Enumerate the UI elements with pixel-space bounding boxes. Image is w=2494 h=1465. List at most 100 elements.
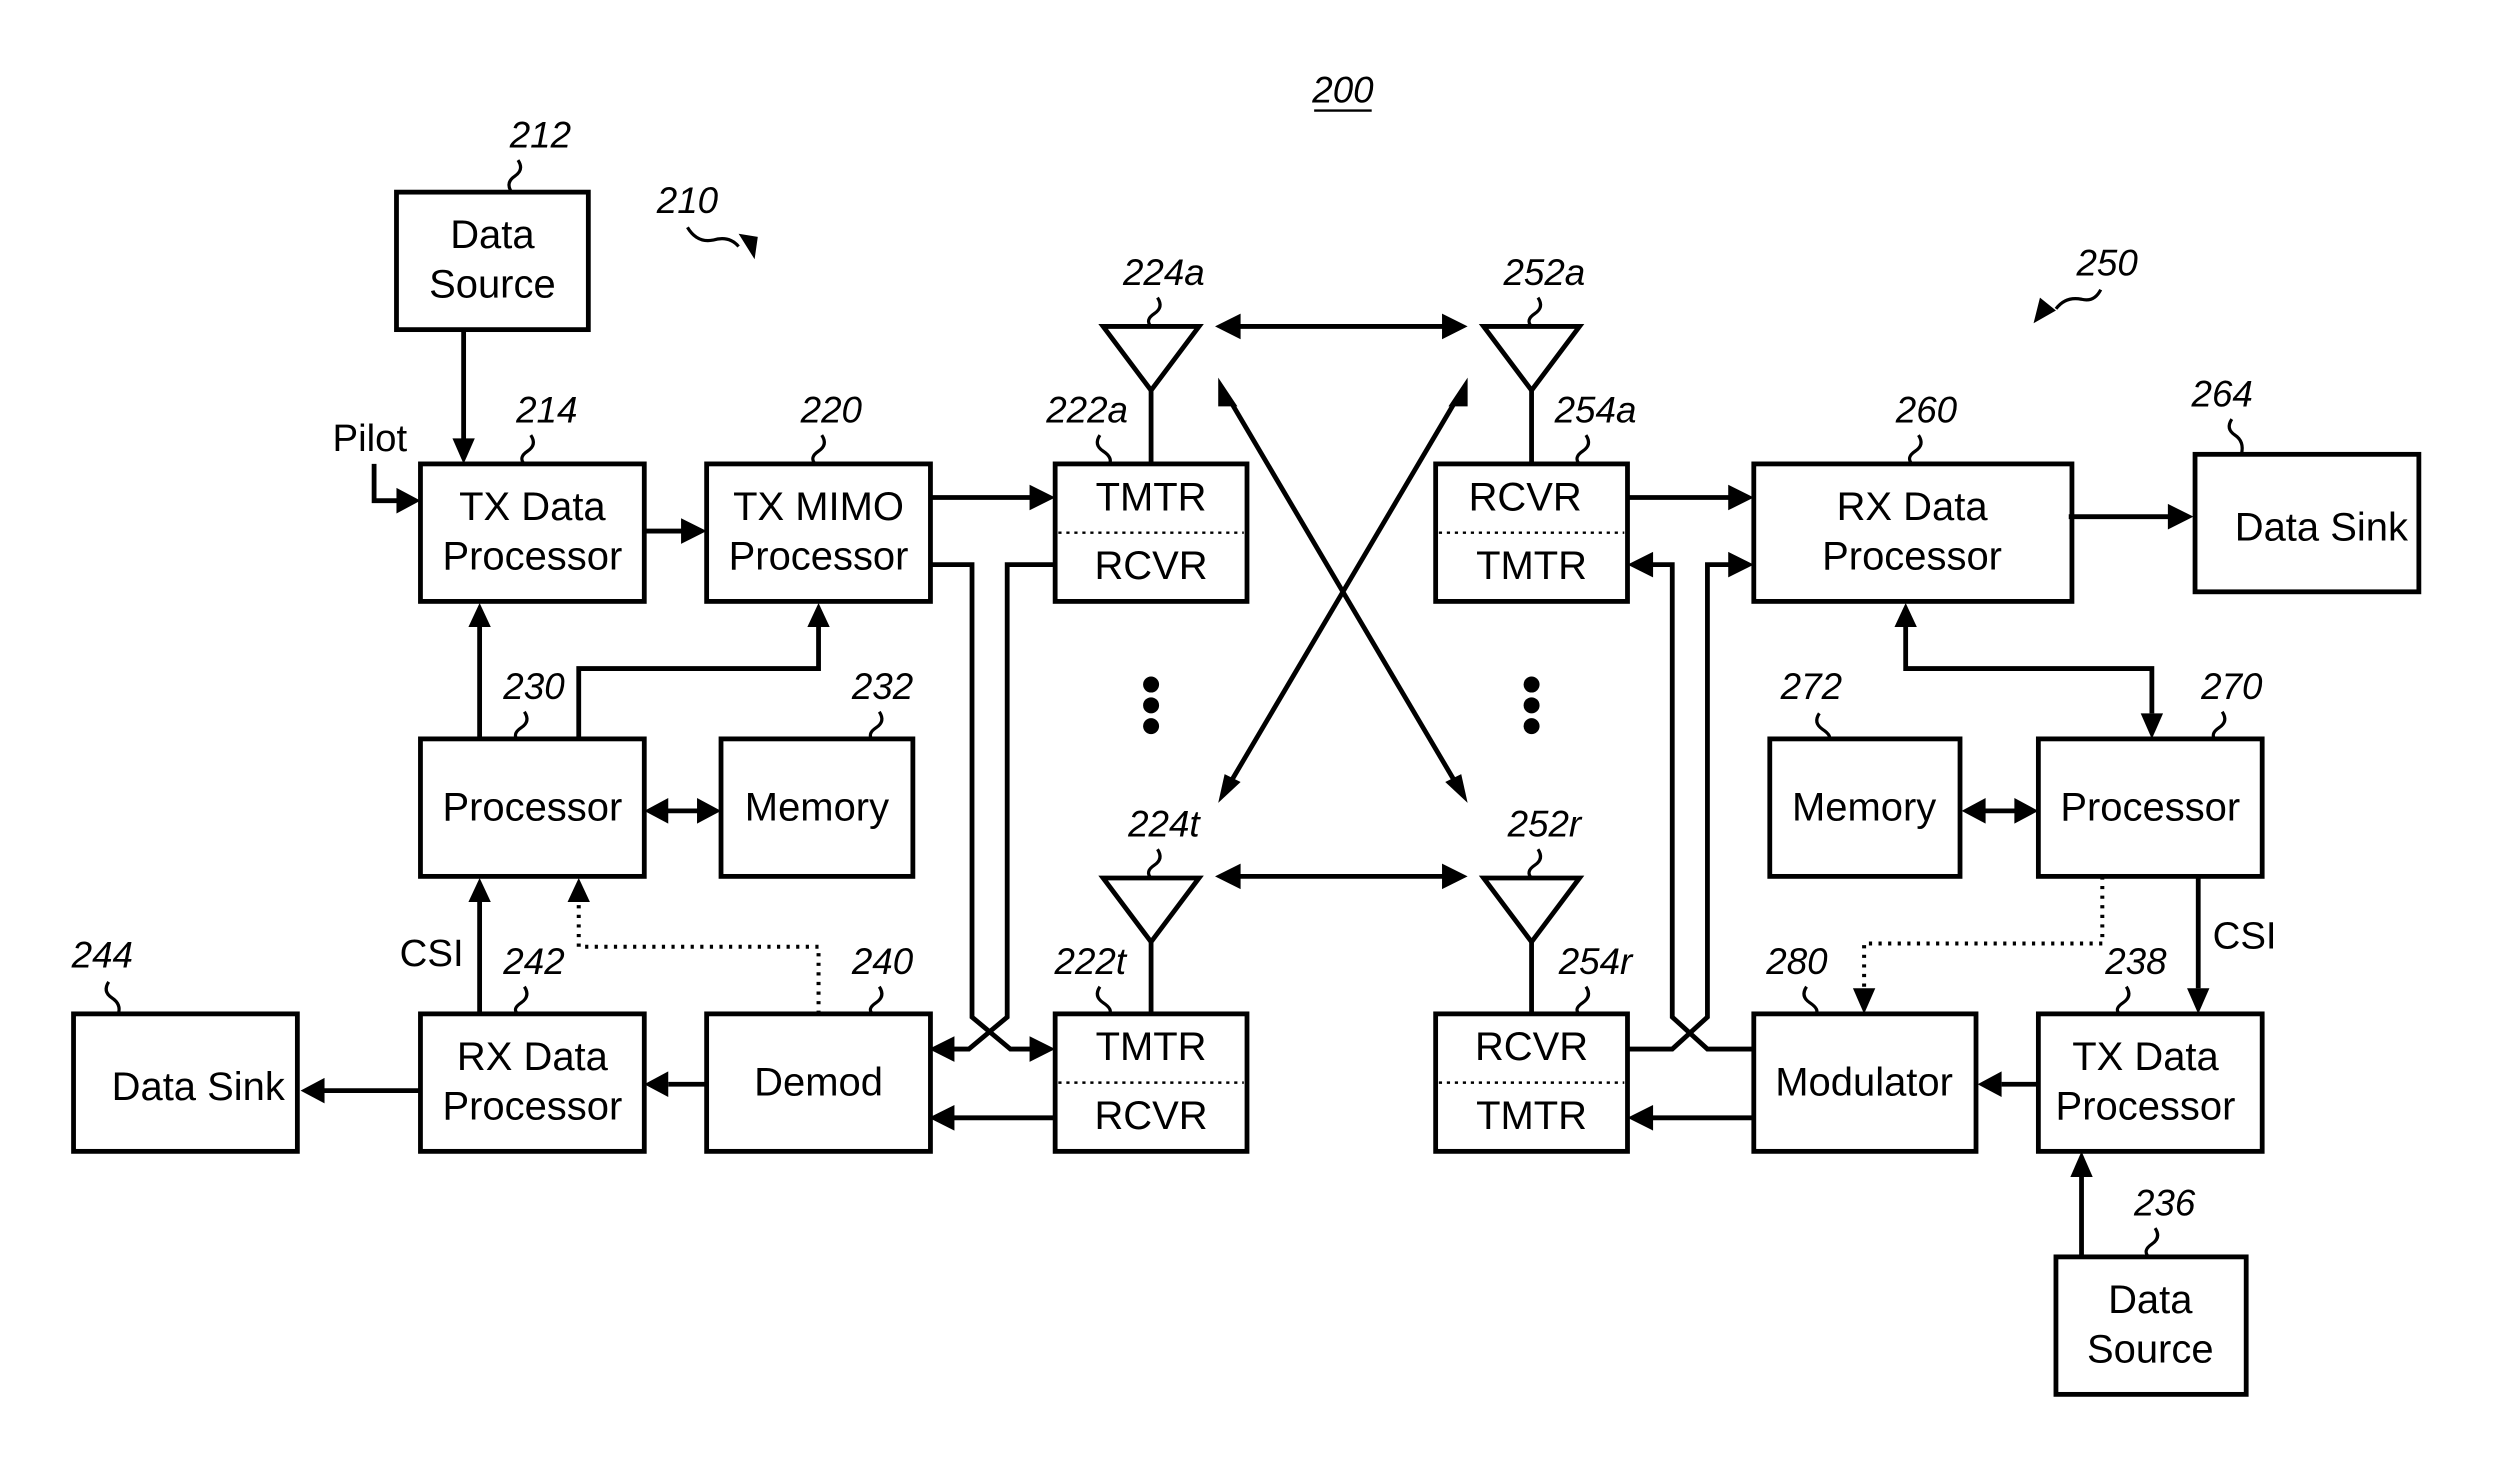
channel-links	[1215, 313, 1468, 890]
rx-data-processor-rx-block: 260 RX Data Processor	[1751, 389, 2075, 604]
ellipsis-icon	[1143, 676, 1160, 735]
squiggle-icon	[1802, 985, 1819, 1015]
arrowhead-icon	[1728, 551, 1754, 578]
memory-rx-block: 272 Memory	[1767, 666, 1963, 879]
ref-244: 244	[71, 935, 133, 976]
arrowhead-icon	[807, 603, 830, 627]
memory-label: Memory	[745, 785, 889, 829]
tx-mimo-processor-block: 220 TX MIMO Processor	[704, 389, 933, 604]
arrowhead-icon	[2033, 297, 2056, 324]
arrowhead-icon	[2167, 503, 2194, 530]
squiggle-icon	[2054, 288, 2103, 310]
tx-data-line1: TX Data	[459, 485, 606, 529]
tx-mimo-line2: Processor	[729, 534, 909, 578]
squiggle-icon	[1527, 848, 1543, 880]
transmitter-ref: 210	[656, 180, 758, 260]
antenna-252a: 252a	[1478, 252, 1585, 464]
ref-214: 214	[515, 389, 577, 430]
arrowhead-icon	[1445, 774, 1468, 803]
antenna-252r: 252r	[1478, 803, 1585, 1014]
tx-data-processor-tx-block: 214 TX Data Processor	[418, 389, 647, 604]
data-source-tx-block: 212 Data Source	[394, 114, 591, 333]
rx-data-line1: RX Data	[457, 1035, 609, 1079]
rcvr-label: RCVR	[1094, 544, 1207, 588]
data-sink-label: Data Sink	[2235, 506, 2409, 550]
ref-270: 270	[2200, 666, 2263, 707]
arrowhead-icon	[1894, 603, 1917, 627]
tx-data-processor-rx-block: 238 TX Data Processor	[2035, 941, 2265, 1154]
ref-222a: 222a	[1045, 389, 1128, 430]
ref-220: 220	[800, 389, 863, 430]
arrowhead-icon	[1852, 988, 1876, 1014]
ellipsis-icon	[1523, 676, 1540, 735]
squiggle-icon	[1146, 296, 1162, 328]
squiggle-icon	[513, 985, 529, 1016]
squiggle-icon	[1095, 434, 1112, 465]
squiggle-icon	[868, 985, 884, 1016]
antenna-224t: 224t	[1098, 803, 1204, 1014]
data-sink-rx-block: 264 Data Sink	[2191, 373, 2422, 595]
ref-240: 240	[851, 941, 914, 982]
dotted-connector	[576, 901, 821, 1014]
arrowhead-icon	[1218, 774, 1241, 803]
ref-224a: 224a	[1122, 252, 1205, 293]
ref-224t: 224t	[1127, 803, 1201, 844]
data-sink-label: Data Sink	[112, 1065, 286, 1109]
connector	[952, 562, 1056, 1052]
transmitter-ref-label: 210	[656, 180, 719, 221]
arrowhead-icon	[300, 1077, 325, 1104]
arrowhead-icon	[2070, 1151, 2093, 1177]
arrowhead-icon	[1442, 863, 1468, 890]
arrowhead-icon	[738, 233, 758, 260]
squiggle-icon	[868, 710, 884, 742]
ref-254r: 254r	[1558, 941, 1634, 982]
arrowhead-icon	[2014, 798, 2039, 824]
modulator-label: Modulator	[1775, 1060, 1953, 1104]
squiggle-icon	[513, 710, 529, 742]
connector	[930, 562, 1033, 1052]
squiggle-icon	[1575, 434, 1591, 466]
ref-264: 264	[2191, 373, 2253, 414]
arrowhead-icon	[1627, 551, 1654, 578]
tx-data-line2: Processor	[2056, 1084, 2236, 1128]
data-source-line2: Source	[2087, 1327, 2214, 1371]
arrowhead-icon	[681, 518, 707, 544]
arrowhead-icon	[468, 603, 491, 627]
squiggle-icon	[1907, 434, 1923, 466]
modulator-block: 280 Modulator	[1751, 941, 1979, 1154]
ref-222t: 222t	[1054, 941, 1128, 982]
arrowhead-icon	[396, 487, 421, 514]
arrowhead-icon	[452, 438, 475, 464]
memory-label: Memory	[1792, 785, 1936, 829]
antenna-224a: 224a	[1098, 252, 1205, 464]
arrowhead-icon	[1961, 798, 1986, 824]
tmtr-label: TMTR	[1476, 1094, 1587, 1138]
squiggle-icon	[1575, 985, 1591, 1016]
ref-212: 212	[509, 114, 571, 155]
arrowhead-icon	[1728, 484, 1754, 511]
processor-label: Processor	[2060, 785, 2240, 829]
demod-label: Demod	[754, 1060, 883, 1104]
tmtr-label: TMTR	[1476, 544, 1587, 588]
transceiver-254r: 254r RCVR TMTR	[1433, 941, 1634, 1154]
connector	[1627, 562, 1732, 1052]
squiggle-icon	[2115, 985, 2131, 1016]
arrowhead-icon	[1442, 313, 1468, 340]
ref-252a: 252a	[1502, 252, 1585, 293]
antenna-icon	[1478, 875, 1585, 946]
antenna-icon	[1098, 324, 1204, 395]
connector	[576, 626, 821, 739]
data-source-line2: Source	[429, 263, 556, 307]
rcvr-label: RCVR	[1475, 1025, 1588, 1069]
squiggle-icon	[1146, 848, 1162, 880]
tx-data-line1: TX Data	[2072, 1035, 2219, 1079]
receiver-ref: 250	[2033, 242, 2138, 324]
rcvr-label: RCVR	[1469, 475, 1582, 519]
processor-label: Processor	[442, 785, 622, 829]
tmtr-label: TMTR	[1096, 475, 1207, 519]
squiggle-icon	[1095, 985, 1112, 1015]
data-source-line1: Data	[2108, 1278, 2193, 1322]
arrowhead-icon	[1218, 377, 1238, 407]
ref-230: 230	[502, 666, 565, 707]
arrowhead-icon	[1215, 863, 1241, 890]
